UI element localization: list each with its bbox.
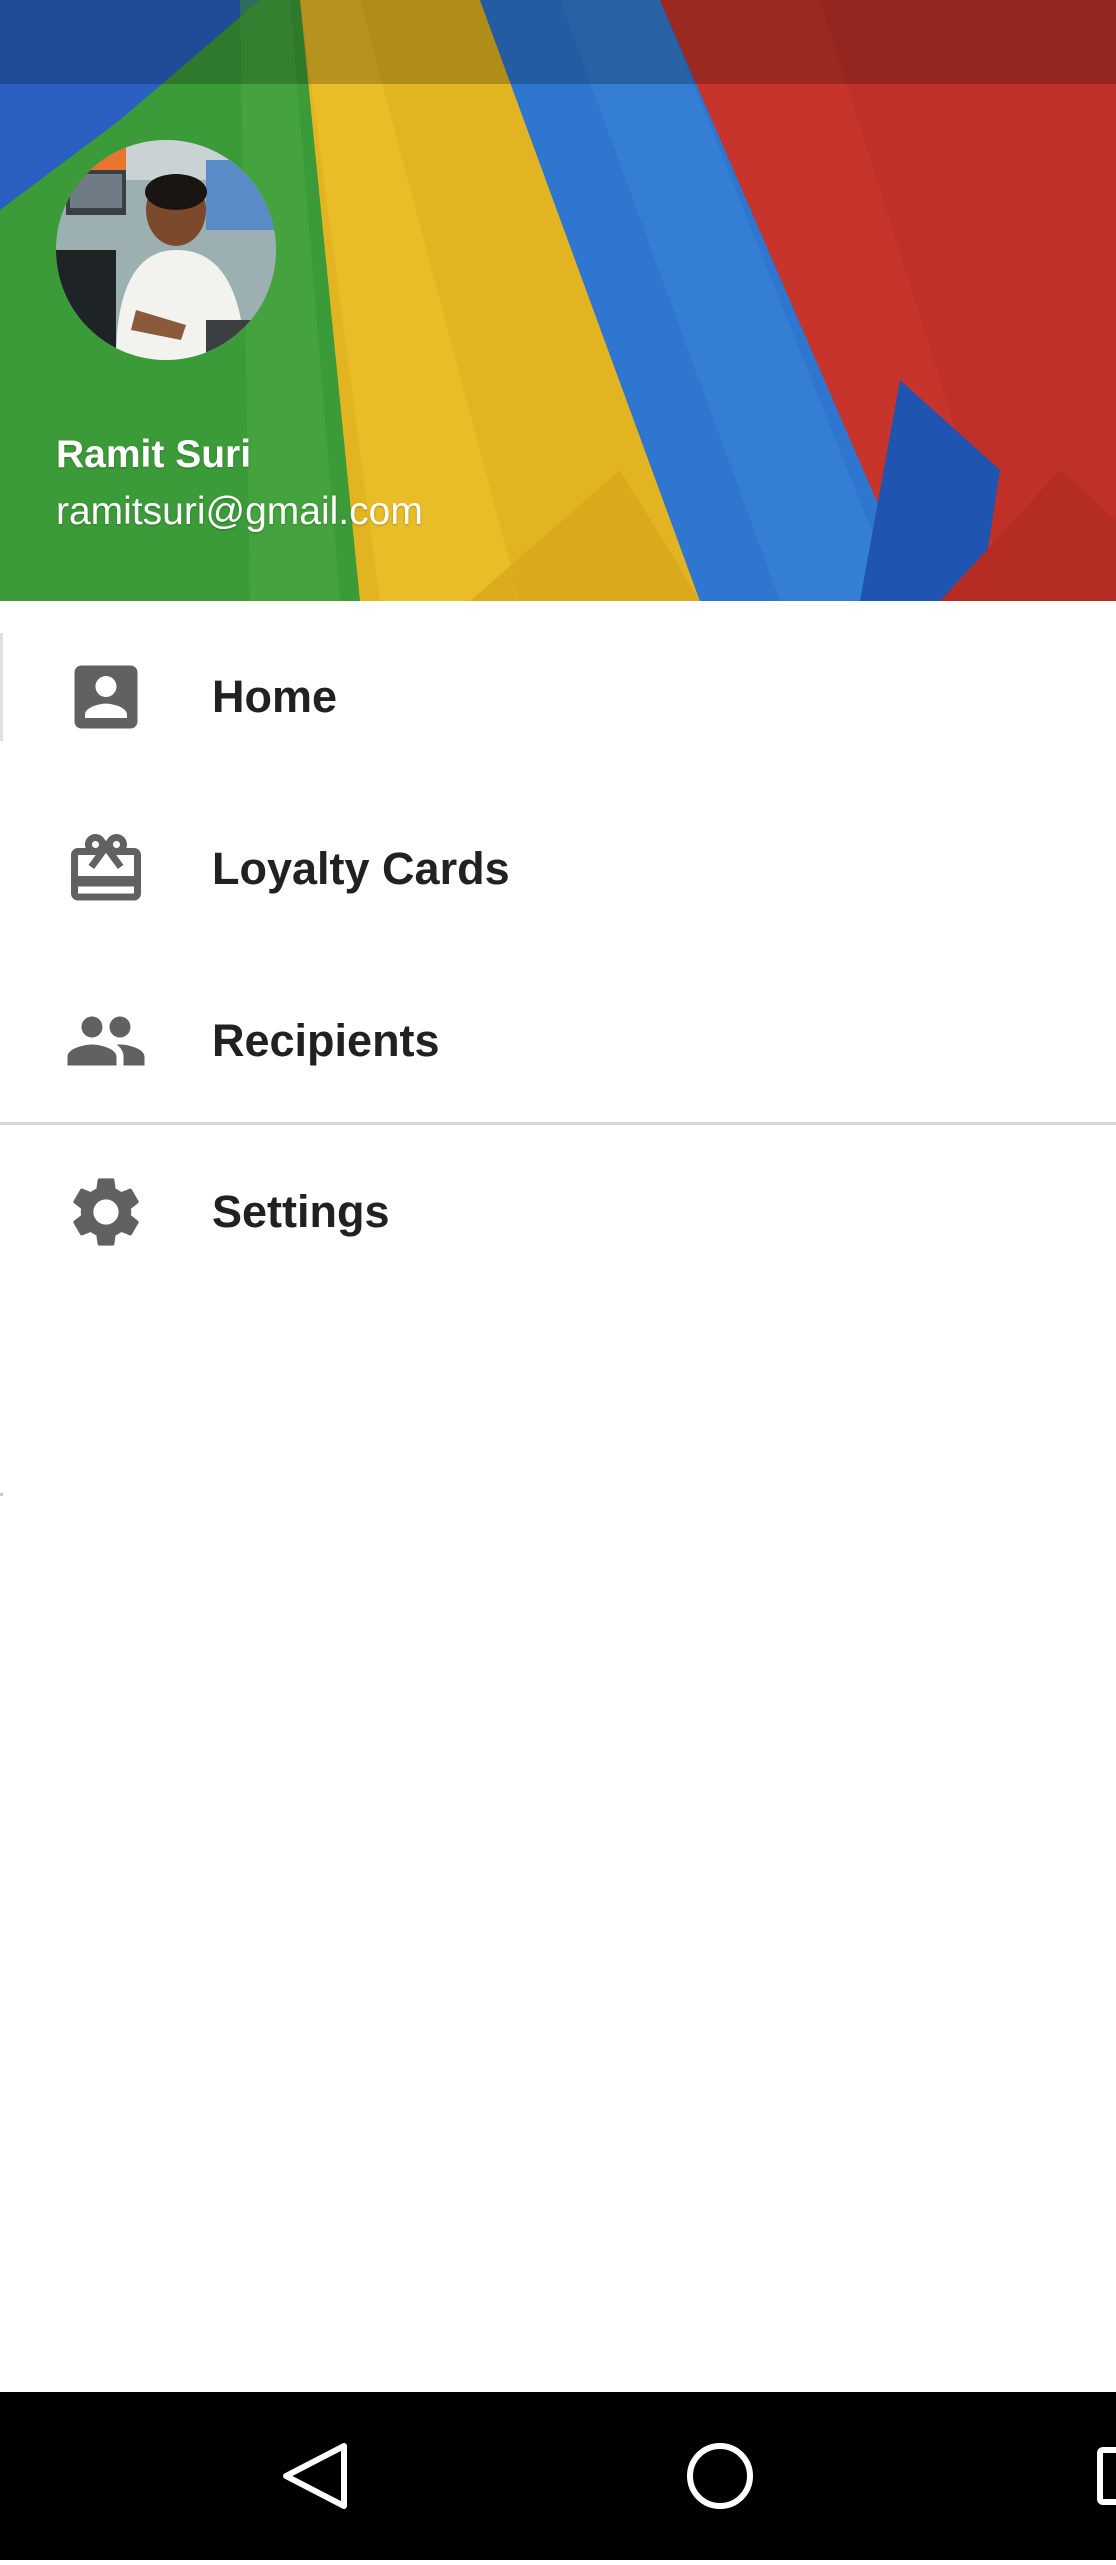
menu-item-label: Loyalty Cards xyxy=(212,843,510,894)
status-bar-scrim xyxy=(0,0,1116,84)
edge-marker xyxy=(0,1493,3,1496)
menu-divider xyxy=(0,1122,1116,1125)
drawer-header: Ramit Suri ramitsuri@gmail.com xyxy=(0,0,1116,601)
back-icon xyxy=(283,2443,347,2509)
card-giftcard-icon xyxy=(64,827,148,911)
avatar[interactable] xyxy=(56,140,276,360)
menu-item-label: Settings xyxy=(212,1186,390,1237)
recents-button[interactable] xyxy=(1050,2392,1116,2560)
home-button[interactable] xyxy=(645,2392,795,2560)
menu-item-label: Recipients xyxy=(212,1015,440,1066)
menu-item-loyalty-cards[interactable]: Loyalty Cards xyxy=(0,783,1116,955)
profile-photo xyxy=(56,140,276,360)
menu-item-recipients[interactable]: Recipients xyxy=(0,955,1116,1127)
people-icon xyxy=(64,999,148,1083)
gear-icon xyxy=(64,1170,148,1254)
home-icon xyxy=(687,2443,753,2509)
user-name: Ramit Suri xyxy=(56,433,252,476)
account-box-icon xyxy=(64,655,148,739)
user-email: ramitsuri@gmail.com xyxy=(56,490,423,533)
recents-icon xyxy=(1097,2447,1116,2505)
navigation-drawer: Ramit Suri ramitsuri@gmail.com Home Loya… xyxy=(0,0,1116,2392)
system-navigation-bar xyxy=(0,2392,1116,2560)
back-button[interactable] xyxy=(240,2392,390,2560)
menu-item-settings[interactable]: Settings xyxy=(0,1126,1116,1298)
menu-item-label: Home xyxy=(212,671,338,722)
menu-item-home[interactable]: Home xyxy=(0,611,1116,783)
